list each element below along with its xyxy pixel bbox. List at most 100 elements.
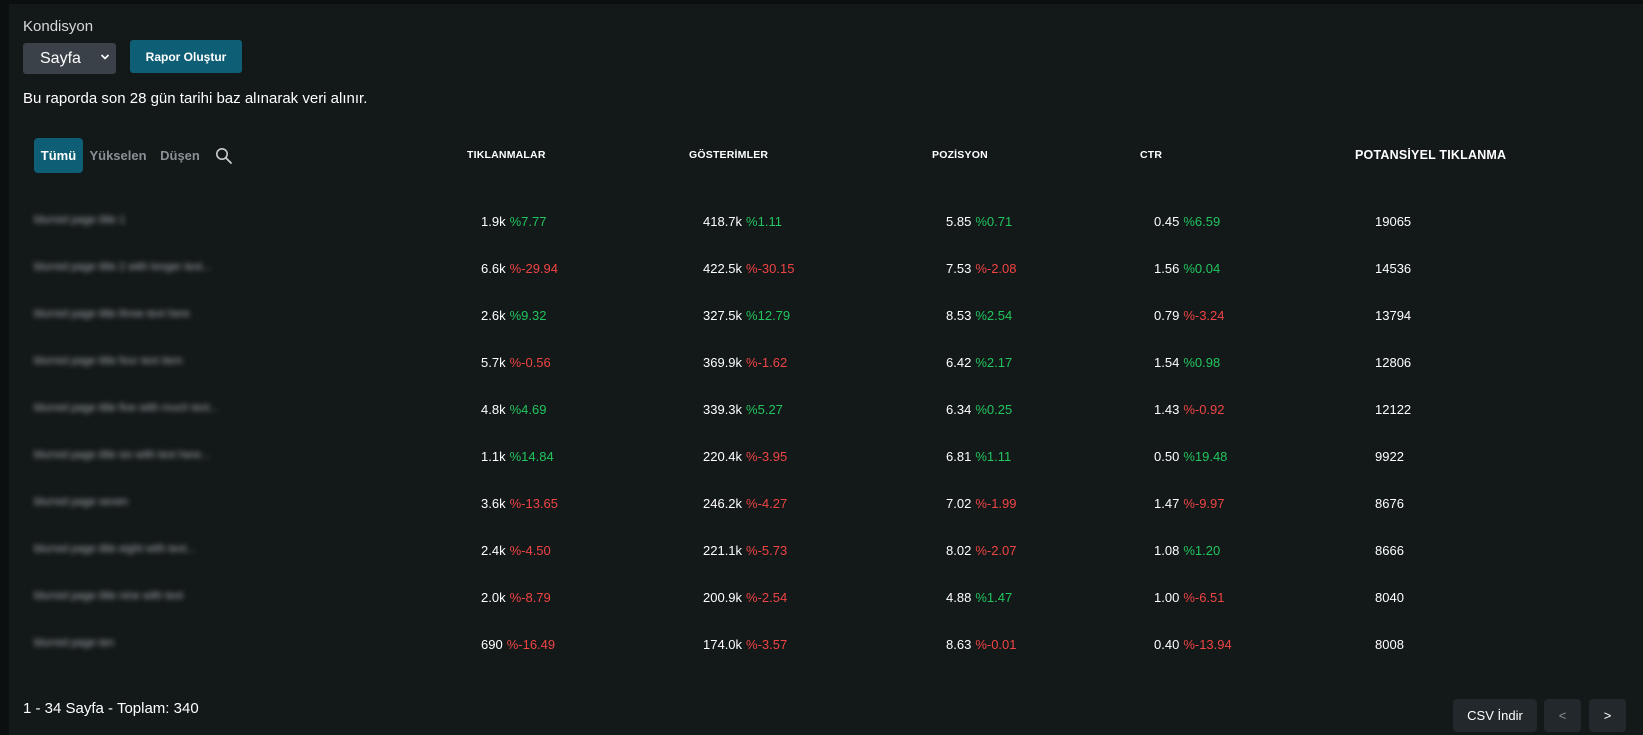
row-potential-value: 8676 xyxy=(1375,496,1404,511)
row-ctr-value: 1.56 xyxy=(1154,261,1180,276)
row-ctr-delta: %19.48 xyxy=(1183,449,1228,464)
condition-select[interactable]: Sayfa xyxy=(23,43,116,74)
row-clicks-cell: 2.0k %-8.79 xyxy=(481,590,551,605)
row-potential-value: 14536 xyxy=(1375,261,1412,276)
row-impressions-delta: %12.79 xyxy=(746,308,791,323)
row-clicks-value: 2.6k xyxy=(481,308,506,323)
row-clicks-value: 3.6k xyxy=(481,496,506,511)
row-clicks-cell: 5.7k %-0.56 xyxy=(481,355,551,370)
tab-falling[interactable]: Düşen xyxy=(157,138,203,173)
row-clicks-cell: 1.1k %14.84 xyxy=(481,449,554,464)
row-position-cell: 8.63 %-0.01 xyxy=(946,637,1017,652)
pagination-info: 1 - 34 Sayfa - Toplam: 340 xyxy=(23,700,199,717)
tab-rising[interactable]: Yükselen xyxy=(88,138,148,173)
row-position-value: 8.63 xyxy=(946,637,972,652)
row-potential-value: 9922 xyxy=(1375,449,1404,464)
row-ctr-value: 0.40 xyxy=(1154,637,1180,652)
tab-all[interactable]: Tümü xyxy=(34,138,83,173)
row-ctr-delta: %6.59 xyxy=(1183,214,1221,229)
row-potential-value: 13794 xyxy=(1375,308,1412,323)
row-position-value: 5.85 xyxy=(946,214,972,229)
table-row[interactable]: blurred page title nine with text 2.0k %-8… xyxy=(0,578,1634,625)
header-position[interactable]: POZİSYON xyxy=(932,149,988,161)
table-row[interactable]: blurred page title eight with text... 2.4… xyxy=(0,531,1634,578)
row-page-label[interactable]: blurred page title three text here xyxy=(34,308,190,320)
row-page-label[interactable]: blurred page title 1 xyxy=(34,214,125,226)
row-impressions-cell: 369.9k %-1.62 xyxy=(703,355,787,370)
table-row[interactable]: blurred page seven 3.6k %-13.65 246.2k %-4.2… xyxy=(0,484,1634,531)
create-report-button[interactable]: Rapor Oluştur xyxy=(130,40,242,73)
row-position-cell: 7.02 %-1.99 xyxy=(946,496,1017,511)
row-ctr-delta: %-13.94 xyxy=(1183,637,1232,652)
row-clicks-delta: %-4.50 xyxy=(509,543,551,558)
table-row[interactable]: blurred page ten 690 %-16.49 174.0k %-3.57 8.… xyxy=(0,625,1634,672)
row-clicks-delta: %9.32 xyxy=(509,308,547,323)
row-ctr-cell: 1.08 %1.20 xyxy=(1154,543,1220,558)
row-ctr-cell: 1.56 %0.04 xyxy=(1154,261,1220,276)
row-impressions-delta: %-5.73 xyxy=(746,543,788,558)
row-clicks-cell: 1.9k %7.77 xyxy=(481,214,546,229)
row-ctr-cell: 0.50 %19.48 xyxy=(1154,449,1227,464)
row-ctr-delta: %0.04 xyxy=(1183,261,1221,276)
search-icon[interactable] xyxy=(214,146,234,166)
header-clicks[interactable]: TIKLANMALAR xyxy=(467,149,546,161)
table-row[interactable]: blurred page title 2 with longer text...… xyxy=(0,249,1634,296)
header-potential[interactable]: POTANSİYEL TIKLANMA xyxy=(1355,148,1506,162)
condition-select-value: Sayfa xyxy=(40,49,81,67)
row-page-label[interactable]: blurred page ten xyxy=(34,637,114,649)
condition-label: Kondisyon xyxy=(23,18,94,35)
row-potential-value: 19065 xyxy=(1375,214,1412,229)
table-row[interactable]: blurred page title five with much text..… xyxy=(0,390,1634,437)
row-page-label[interactable]: blurred page title four text item xyxy=(34,355,183,367)
next-page-button[interactable]: > xyxy=(1589,699,1626,732)
row-position-cell: 6.34 %0.25 xyxy=(946,402,1012,417)
row-page-label[interactable]: blurred page title eight with text... xyxy=(34,543,195,555)
row-ctr-delta: %-6.51 xyxy=(1183,590,1225,605)
row-page-label[interactable]: blurred page title five with much text..… xyxy=(34,402,219,414)
row-clicks-cell: 690 %-16.49 xyxy=(481,637,555,652)
row-position-delta: %2.17 xyxy=(975,355,1013,370)
row-impressions-value: 369.9k xyxy=(703,355,743,370)
row-impressions-delta: %-3.95 xyxy=(746,449,788,464)
row-page-label[interactable]: blurred page seven xyxy=(34,496,128,508)
row-clicks-delta: %-8.79 xyxy=(509,590,551,605)
row-ctr-delta: %0.98 xyxy=(1183,355,1221,370)
table-row[interactable]: blurred page title four text item 5.7k %-0… xyxy=(0,343,1634,390)
table-row[interactable]: blurred page title 1 1.9k %7.77 418.7k %1.11… xyxy=(0,202,1634,249)
row-impressions-delta: %-30.15 xyxy=(746,261,795,276)
row-ctr-cell: 1.00 %-6.51 xyxy=(1154,590,1225,605)
row-impressions-value: 200.9k xyxy=(703,590,743,605)
table-row[interactable]: blurred page title three text here 2.6k %9… xyxy=(0,296,1634,343)
row-ctr-cell: 1.43 %-0.92 xyxy=(1154,402,1225,417)
table-row[interactable]: blurred page title six with text here...… xyxy=(0,437,1634,484)
row-position-delta: %-2.07 xyxy=(975,543,1017,558)
row-position-cell: 8.02 %-2.07 xyxy=(946,543,1017,558)
row-clicks-delta: %-29.94 xyxy=(509,261,558,276)
row-position-delta: %0.25 xyxy=(975,402,1013,417)
row-position-value: 7.53 xyxy=(946,261,972,276)
csv-download-button[interactable]: CSV İndir xyxy=(1453,699,1537,732)
row-ctr-delta: %1.20 xyxy=(1183,543,1221,558)
header-ctr[interactable]: CTR xyxy=(1140,149,1162,161)
row-impressions-delta: %1.11 xyxy=(746,214,782,229)
row-position-delta: %-1.99 xyxy=(975,496,1017,511)
row-page-label[interactable]: blurred page title nine with text xyxy=(34,590,183,602)
row-potential-value: 12806 xyxy=(1375,355,1412,370)
row-impressions-cell: 174.0k %-3.57 xyxy=(703,637,787,652)
row-impressions-value: 327.5k xyxy=(703,308,743,323)
row-clicks-value: 690 xyxy=(481,637,503,652)
header-impressions[interactable]: GÖSTERİMLER xyxy=(689,149,768,161)
row-impressions-value: 246.2k xyxy=(703,496,743,511)
row-clicks-value: 1.1k xyxy=(481,449,506,464)
row-impressions-value: 220.4k xyxy=(703,449,743,464)
info-text: Bu raporda son 28 gün tarihi baz alınara… xyxy=(23,90,368,107)
row-page-label[interactable]: blurred page title six with text here... xyxy=(34,449,210,461)
row-position-delta: %1.11 xyxy=(975,449,1012,464)
row-position-cell: 6.42 %2.17 xyxy=(946,355,1012,370)
row-position-delta: %0.71 xyxy=(975,214,1013,229)
row-ctr-cell: 0.79 %-3.24 xyxy=(1154,308,1225,323)
row-position-delta: %-0.01 xyxy=(975,637,1017,652)
row-page-label[interactable]: blurred page title 2 with longer text... xyxy=(34,261,211,273)
row-position-value: 8.02 xyxy=(946,543,972,558)
prev-page-button[interactable]: < xyxy=(1544,699,1581,732)
